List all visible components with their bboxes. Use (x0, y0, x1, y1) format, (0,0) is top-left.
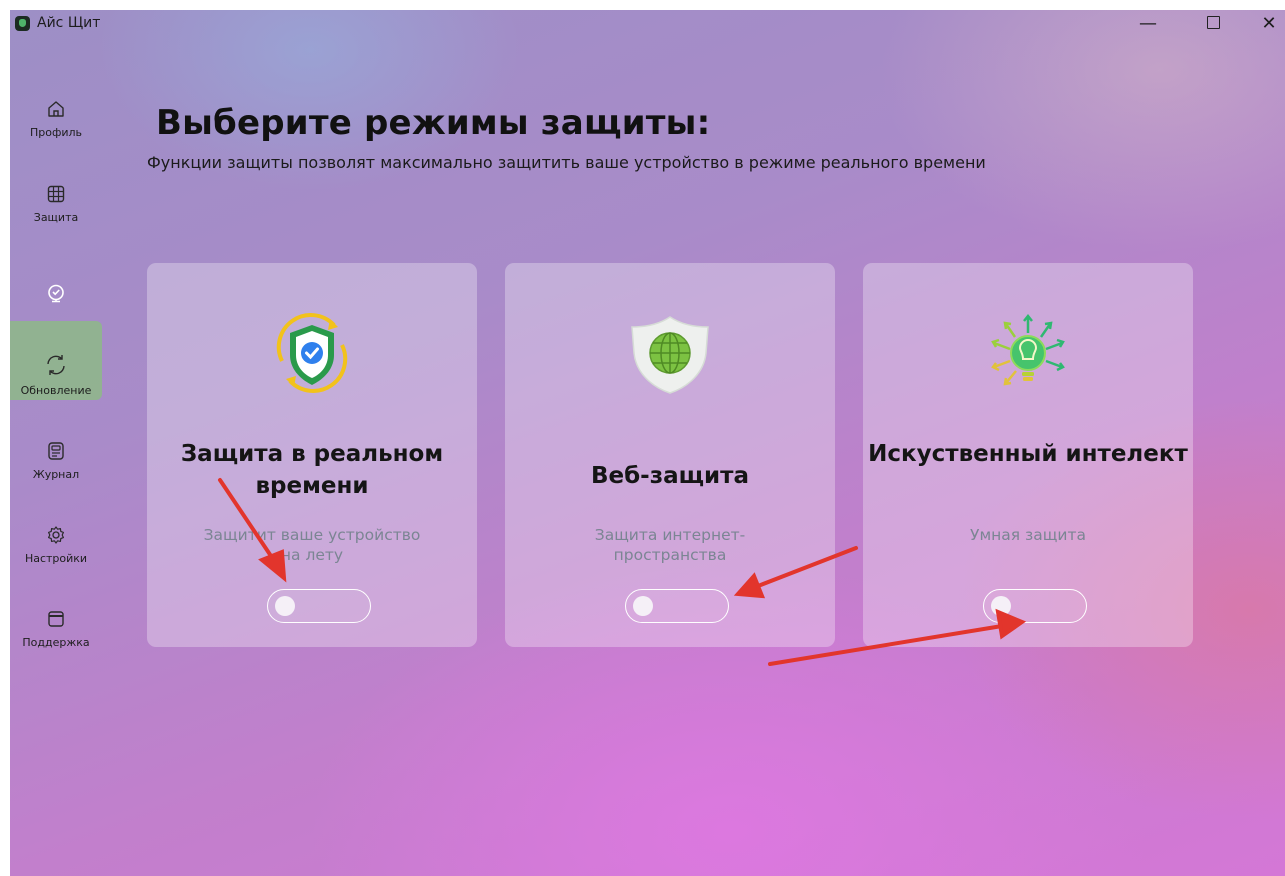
card-title: Искуственный интелект (868, 441, 1188, 467)
minimize-button[interactable]: — (1133, 12, 1163, 36)
sidebar-item-label: Профиль (29, 126, 83, 139)
card-description: Умная защита (970, 526, 1086, 544)
app-title: Айс Щит (37, 15, 101, 31)
sidebar-item-journal[interactable]: Журнал (10, 440, 102, 481)
monitor-shield-icon (48, 284, 64, 303)
grid-icon (47, 185, 65, 203)
sidebar-item-protection[interactable]: Защита (10, 183, 102, 224)
card-realtime-protection: Защита в реальном времени Защитит ваше у… (147, 263, 477, 647)
sidebar-item-label: Защита (33, 211, 79, 224)
toggle-ai-protection[interactable] (983, 589, 1087, 623)
sidebar-item-settings[interactable]: Настройки (10, 524, 102, 565)
journal-icon (48, 442, 64, 460)
lightbulb-icon (991, 313, 1065, 386)
card-web-protection: Веб-защита Защита интернет-пространства (505, 263, 835, 647)
sidebar-item-profile[interactable]: Профиль (10, 98, 102, 139)
toggle-knob (633, 596, 653, 616)
app-logo-icon (15, 16, 30, 31)
close-button[interactable]: ✕ (1254, 12, 1284, 36)
sidebar-item-monitor[interactable] (10, 282, 102, 312)
card-description: Защитит ваше устройство на лету (203, 526, 421, 564)
sidebar-item-label: Обновление (20, 384, 92, 397)
app-window: Айс Щит — ✕ Профиль Защита Обновление Жу… (10, 10, 1285, 876)
toggle-realtime-protection[interactable] (267, 589, 371, 623)
card-title: Веб-защита (590, 463, 749, 489)
toggle-knob (275, 596, 295, 616)
sidebar-item-label: Журнал (32, 468, 80, 481)
toggle-knob (991, 596, 1011, 616)
card-description: Защита интернет-пространства (594, 526, 746, 564)
maximize-icon (1206, 16, 1220, 29)
title-bar: Айс Щит — ✕ (10, 10, 1285, 40)
maximize-button[interactable] (1198, 12, 1228, 36)
refresh-icon (47, 355, 65, 375)
sidebar-item-label: Настройки (24, 552, 88, 565)
shield-check-icon (276, 313, 348, 393)
globe-shield-icon (631, 316, 709, 394)
toggle-web-protection[interactable] (625, 589, 729, 623)
page-title: Выберите режимы защиты: (156, 103, 711, 143)
card-title: Защита в реальном времени (180, 441, 444, 499)
gear-icon (48, 526, 64, 544)
window-icon (48, 611, 64, 627)
home-icon (48, 101, 64, 117)
sidebar-item-update[interactable]: Обновление (10, 352, 102, 397)
card-ai-protection: Искуственный интелект Умная защита (863, 263, 1193, 647)
page-subtitle: Функции защиты позволят максимально защи… (147, 153, 986, 172)
sidebar-item-label: Поддержка (22, 636, 90, 649)
sidebar-item-support[interactable]: Поддержка (10, 608, 102, 649)
